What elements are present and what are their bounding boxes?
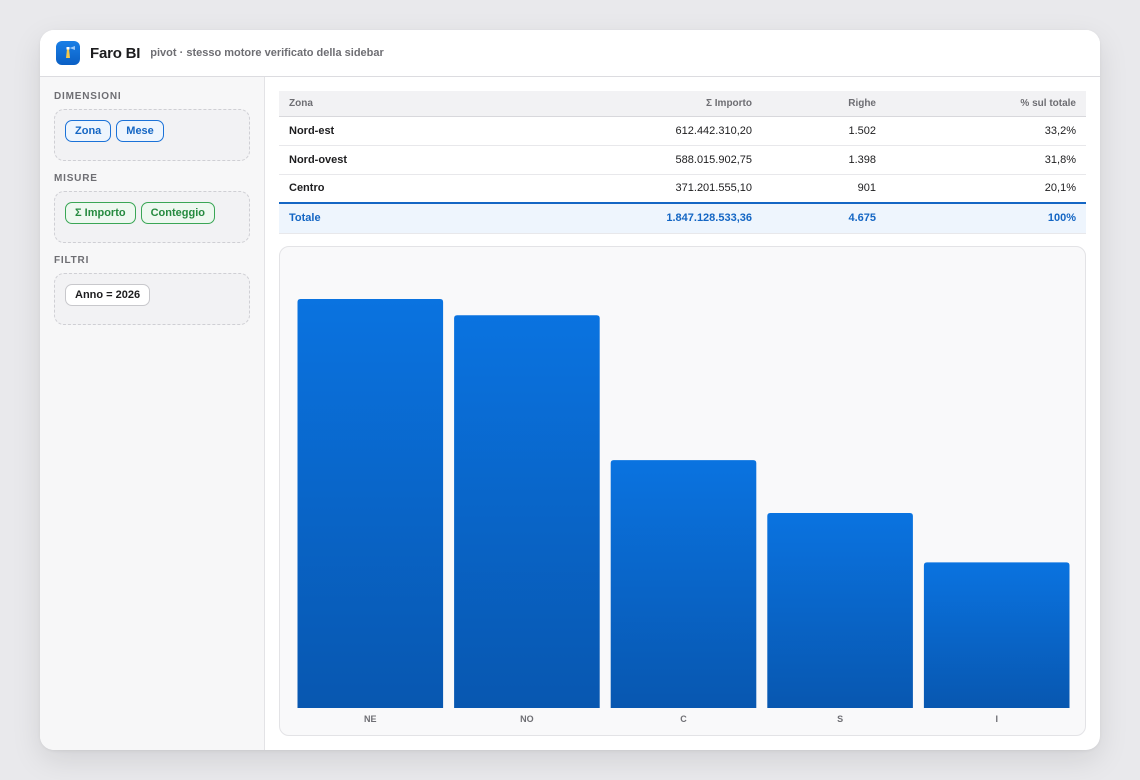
cell-importo: 612.442.310,20	[609, 116, 762, 146]
filter-chip-anno[interactable]: Anno = 2026	[65, 284, 151, 306]
total-righe: 4.675	[762, 202, 886, 234]
section-title: DIMENSIONI	[54, 91, 122, 102]
cell-zona: Nord-ovest	[279, 145, 609, 175]
column-header-importo[interactable]: Σ Importo	[609, 91, 762, 117]
cell-righe: 901	[762, 174, 886, 204]
chart-bar-s[interactable]	[767, 512, 913, 708]
table-row[interactable]: Nord-ovest 588.015.902,75 1.398 31,8%	[279, 145, 1086, 175]
app-subtitle: pivot · stesso motore verificato della s…	[150, 47, 384, 59]
table-total-row: Totale 1.847.128.533,36 4.675 100%	[279, 202, 1086, 234]
bar-chart: NE NO C S I	[279, 246, 1086, 736]
total-percent: 100%	[886, 202, 1086, 234]
pivot-table: Zona Σ Importo Righe % sul totale Nord-e…	[279, 91, 1086, 234]
cell-zona: Centro	[279, 174, 609, 204]
chart-bar-i[interactable]	[923, 562, 1070, 708]
title-bar: Faro BI pivot · stesso motore verificato…	[40, 30, 1100, 77]
chart-bar-no[interactable]	[454, 315, 600, 708]
cell-zona: Nord-est	[279, 116, 609, 146]
section-title: FILTRI	[54, 255, 90, 266]
chart-x-label: NO	[520, 714, 534, 724]
bar-chart-svg: NE NO C S I	[297, 299, 1070, 724]
dimensions-dropzone[interactable]: Zona Mese	[54, 109, 250, 161]
section-filters: FILTRI Anno = 2026	[54, 255, 250, 325]
measure-chip-conteggio[interactable]: Conteggio	[140, 202, 215, 224]
cell-importo: 371.201.555,10	[609, 174, 762, 204]
chart-x-label: I	[995, 714, 998, 724]
table-header-row: Zona Σ Importo Righe % sul totale	[279, 91, 1086, 117]
measures-dropzone[interactable]: Σ Importo Conteggio	[54, 191, 250, 243]
chart-x-label: NE	[364, 714, 377, 724]
dimension-chip-mese[interactable]: Mese	[116, 120, 164, 142]
filters-dropzone[interactable]: Anno = 2026	[54, 273, 250, 325]
sidebar: DIMENSIONI Zona Mese MISURE Σ Importo Co…	[40, 77, 265, 750]
column-header-zona[interactable]: Zona	[279, 91, 609, 117]
section-title: MISURE	[54, 173, 98, 184]
measure-chip-importo[interactable]: Σ Importo	[65, 202, 136, 224]
cell-percent: 33,2%	[886, 116, 1086, 146]
section-measures: MISURE Σ Importo Conteggio	[54, 173, 250, 243]
app-name: Faro BI	[90, 44, 141, 62]
total-importo: 1.847.128.533,36	[609, 202, 762, 234]
cell-righe: 1.398	[762, 145, 886, 175]
pivot-main: Zona Σ Importo Righe % sul totale Nord-e…	[279, 91, 1086, 736]
total-label: Totale	[279, 202, 609, 234]
cell-righe: 1.502	[762, 116, 886, 146]
app-window: Faro BI pivot · stesso motore verificato…	[40, 30, 1100, 750]
section-dimensions: DIMENSIONI Zona Mese	[54, 91, 250, 161]
chart-bar-c[interactable]	[610, 460, 757, 708]
table-row[interactable]: Centro 371.201.555,10 901 20,1%	[279, 174, 1086, 204]
cell-percent: 31,8%	[886, 145, 1086, 175]
chart-x-label: S	[837, 714, 843, 724]
column-header-righe[interactable]: Righe	[762, 91, 886, 117]
chart-x-label: C	[680, 714, 687, 724]
cell-percent: 20,1%	[886, 174, 1086, 204]
cell-importo: 588.015.902,75	[609, 145, 762, 175]
chart-bar-ne[interactable]	[297, 299, 444, 708]
lighthouse-icon	[56, 41, 80, 65]
table-row[interactable]: Nord-est 612.442.310,20 1.502 33,2%	[279, 116, 1086, 146]
column-header-percent[interactable]: % sul totale	[886, 91, 1086, 117]
dimension-chip-zona[interactable]: Zona	[65, 120, 112, 142]
